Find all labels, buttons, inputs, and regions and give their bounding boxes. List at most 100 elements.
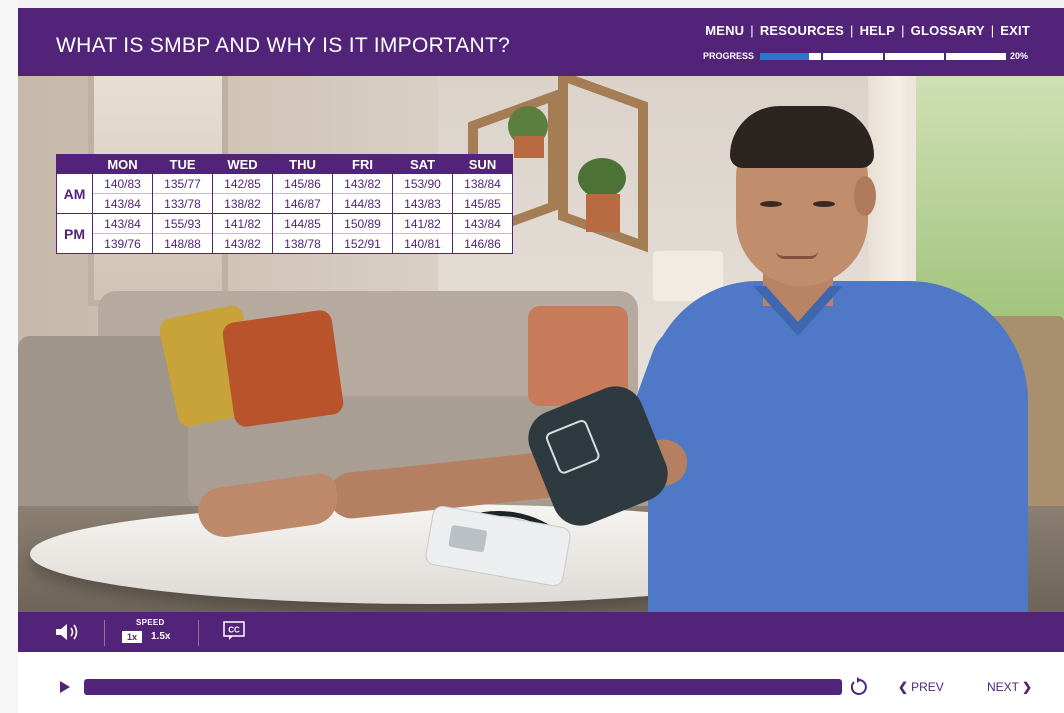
plant-pot (586, 194, 620, 232)
person-measuring-blood-pressure (195, 96, 1064, 612)
nav-separator: | (901, 23, 905, 38)
eye (760, 201, 782, 207)
reading-cell: 153/90 (392, 173, 453, 194)
monitor-screen (448, 524, 488, 553)
reading-cell: 138/82 (212, 193, 273, 214)
nav-separator: | (850, 23, 854, 38)
mouth (776, 251, 818, 259)
volume-button[interactable] (54, 622, 84, 642)
speed-1x-button[interactable]: 1x (122, 631, 142, 643)
day-header: SAT (392, 154, 453, 174)
reading-cell: 155/93 (152, 213, 213, 234)
chevron-left-icon: ❮ (898, 680, 909, 694)
reading-cell: 133/78 (152, 193, 213, 214)
day-header: WED (212, 154, 273, 174)
reading-cell: 144/85 (272, 213, 333, 234)
day-header: SUN (452, 154, 513, 174)
top-navigation: MENU | RESOURCES | HELP | GLOSSARY | EXIT (705, 23, 1030, 38)
plant-pot (514, 136, 544, 158)
next-label: NEXT (987, 680, 1020, 694)
progress-segment-divider (821, 53, 823, 60)
reading-cell: 145/86 (272, 173, 333, 194)
reading-cell: 142/85 (212, 173, 273, 194)
glossary-link[interactable]: GLOSSARY (911, 23, 985, 38)
blood-pressure-log-table: MON TUE WED THU FRI SAT SUN AM 140/83 13… (56, 154, 513, 254)
player-controls: ❮ PREV NEXT ❯ (18, 652, 1064, 713)
reading-cell: 143/84 (92, 193, 153, 214)
period-label-am: AM (56, 173, 93, 214)
reading-cell: 152/91 (332, 233, 393, 254)
speed-label: SPEED (136, 618, 165, 627)
reading-cell: 141/82 (392, 213, 453, 234)
table-corner-cell (56, 154, 93, 174)
eye (813, 201, 835, 207)
reading-cell: 139/76 (92, 233, 153, 254)
reading-cell: 143/83 (392, 193, 453, 214)
progress-label: PROGRESS (703, 51, 755, 61)
nav-separator: | (750, 23, 754, 38)
hair (730, 106, 874, 168)
progress-segment-divider (944, 53, 946, 60)
reading-cell: 146/87 (272, 193, 333, 214)
reading-cell: 143/84 (92, 213, 153, 234)
top-edge (0, 0, 1064, 8)
page-title: WHAT IS SMBP AND WHY IS IT IMPORTANT? (56, 34, 511, 57)
reading-cell: 140/81 (392, 233, 453, 254)
reading-cell: 146/86 (452, 233, 513, 254)
play-icon (60, 681, 70, 693)
speed-1-5x-button[interactable]: 1.5x (151, 631, 170, 643)
reading-cell: 143/84 (452, 213, 513, 234)
progress-segment-divider (883, 53, 885, 60)
day-header: MON (92, 154, 153, 174)
prev-button[interactable]: ❮ PREV (898, 680, 947, 694)
progress-percent: 20% (1010, 51, 1029, 61)
reading-cell: 144/83 (332, 193, 393, 214)
day-header: TUE (152, 154, 213, 174)
chevron-right-icon: ❯ (1022, 680, 1033, 694)
exit-link[interactable]: EXIT (1000, 23, 1030, 38)
progress-bar (760, 53, 1006, 60)
left-edge (0, 0, 18, 713)
video-timeline[interactable] (84, 679, 842, 695)
closed-captions-icon: CC (223, 621, 245, 640)
reading-cell: 148/88 (152, 233, 213, 254)
prev-label: PREV (911, 680, 944, 694)
reading-cell: 138/78 (272, 233, 333, 254)
torso (648, 281, 1028, 612)
video-frame: MON TUE WED THU FRI SAT SUN AM 140/83 13… (18, 76, 1064, 612)
help-link[interactable]: HELP (860, 23, 895, 38)
reading-cell: 135/77 (152, 173, 213, 194)
table-row: 139/76 148/88 143/82 138/78 152/91 140/8… (57, 233, 513, 254)
table-row: PM 143/84 155/93 141/82 144/85 150/89 14… (56, 213, 513, 254)
play-button[interactable] (58, 680, 72, 694)
day-header: FRI (332, 154, 393, 174)
reading-cell: 143/82 (212, 233, 273, 254)
cc-text: CC (228, 626, 240, 635)
progress-fill (760, 53, 810, 60)
reading-cell: 138/84 (452, 173, 513, 194)
table-header-row: MON TUE WED THU FRI SAT SUN (56, 154, 513, 174)
header-bar: WHAT IS SMBP AND WHY IS IT IMPORTANT? ME… (18, 8, 1064, 76)
table-row: AM 140/83 135/77 142/85 145/86 143/82 15… (56, 173, 513, 214)
pillow (221, 308, 345, 429)
reading-cell: 141/82 (212, 213, 273, 234)
table-row: 143/84 133/78 138/82 146/87 144/83 143/8… (57, 193, 513, 214)
reading-cell: 145/85 (452, 193, 513, 214)
closed-captions-button[interactable]: CC (223, 621, 245, 641)
control-divider (104, 620, 105, 646)
reading-cell: 150/89 (332, 213, 393, 234)
control-divider (198, 620, 199, 646)
speaker-icon (56, 624, 78, 640)
replay-button[interactable] (848, 676, 870, 698)
resources-link[interactable]: RESOURCES (760, 23, 844, 38)
menu-link[interactable]: MENU (705, 23, 744, 38)
period-label-pm: PM (56, 213, 93, 254)
nav-separator: | (990, 23, 995, 38)
course-player: WHAT IS SMBP AND WHY IS IT IMPORTANT? ME… (0, 0, 1064, 713)
reading-cell: 140/83 (92, 173, 153, 194)
ear (854, 176, 876, 216)
media-controls-bar: SPEED 1x 1.5x CC (18, 612, 1064, 652)
next-button[interactable]: NEXT ❯ (984, 680, 1032, 694)
cuff-marker-icon (544, 418, 602, 476)
replay-icon (850, 677, 867, 695)
